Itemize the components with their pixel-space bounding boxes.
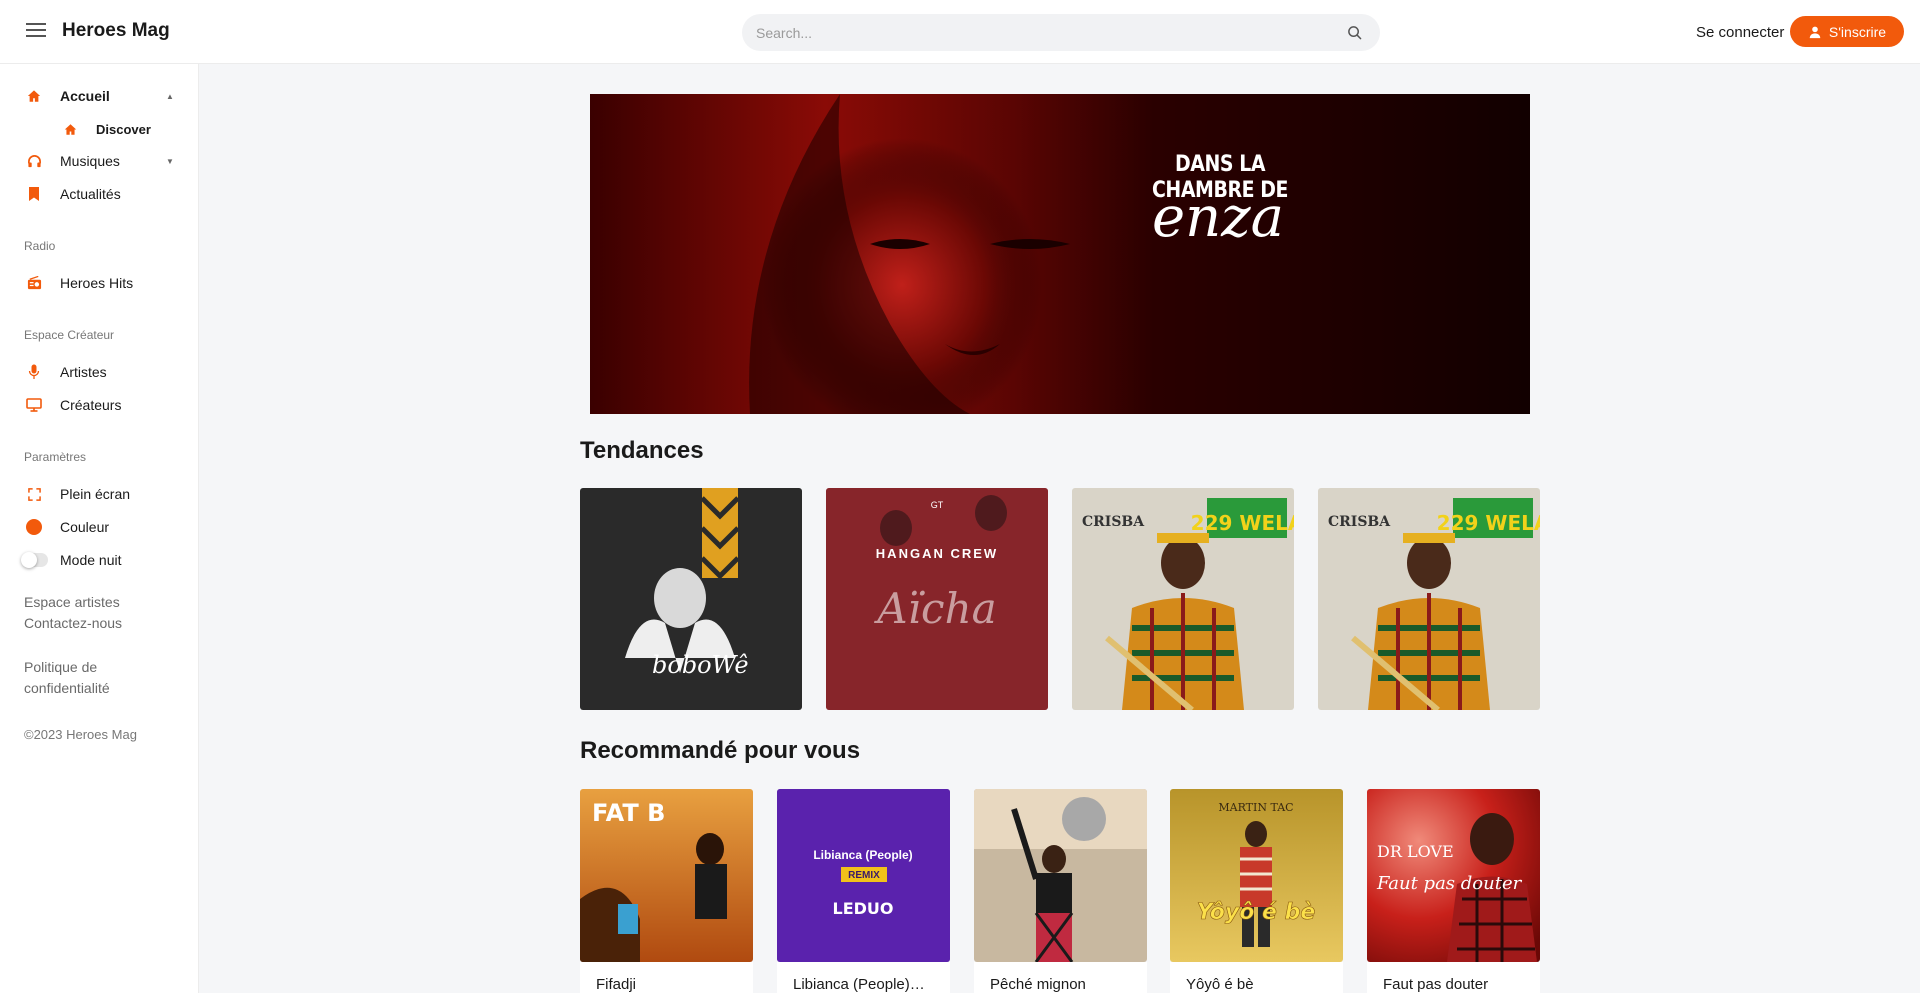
top-header: Heroes Mag Se connecter S'inscrire <box>0 0 1920 64</box>
bookmark-icon <box>26 186 42 202</box>
cover-sub-text: LEDUO <box>833 899 894 918</box>
menu-toggle-button[interactable] <box>26 23 48 41</box>
sidebar-item-createurs[interactable]: Créateurs <box>0 390 199 420</box>
night-mode-toggle[interactable] <box>21 552 48 568</box>
sidebar-item-discover[interactable]: Discover <box>0 114 199 144</box>
album-cover: MARTIN TAC Yôyô é bè <box>1170 789 1343 962</box>
sidebar-item-color[interactable]: Couleur <box>0 512 199 542</box>
cover-badge-text: REMIX <box>848 870 880 881</box>
signup-button[interactable]: S'inscrire <box>1790 16 1904 47</box>
fullscreen-icon <box>26 486 42 502</box>
login-link[interactable]: Se connecter <box>1696 24 1784 41</box>
sidebar-item-musiques[interactable]: Musiques ▼ <box>0 146 199 176</box>
cover-sub-text: DR LOVE <box>1377 842 1454 861</box>
cover-sub-text: GT <box>931 500 944 510</box>
trending-card[interactable]: boboWê <box>580 488 802 710</box>
section-label-radio: Radio <box>24 239 56 253</box>
signup-label: S'inscrire <box>1828 23 1887 40</box>
section-title-trending: Tendances <box>580 437 704 464</box>
hamburger-icon <box>26 23 46 25</box>
banner-title-line: DANS LA <box>1174 152 1266 177</box>
cover-text: 229 WELA <box>1437 511 1540 535</box>
cover-text: boboWê <box>652 651 749 679</box>
cover-text: HANGAN CREW <box>876 546 998 561</box>
track-title[interactable]: Fifadji <box>596 976 746 993</box>
section-label-settings: Paramètres <box>24 450 87 464</box>
chevron-down-icon: ▼ <box>166 156 174 166</box>
trending-card[interactable]: GT HANGAN CREW Aïcha <box>826 488 1048 710</box>
sidebar-item-label: Accueil <box>60 88 110 104</box>
cover-sub-text: CRISBA <box>1328 514 1391 530</box>
radio-icon <box>26 275 42 291</box>
sidebar-item-label: Créateurs <box>60 397 122 413</box>
hero-banner[interactable] <box>590 94 1530 414</box>
sidebar-item-artistes[interactable]: Artistes <box>0 357 199 387</box>
recommended-card[interactable] <box>974 789 1147 962</box>
sidebar-item-label: Artistes <box>60 364 107 380</box>
album-cover: Libianca (People) REMIX LEDUO <box>777 789 950 962</box>
trending-card[interactable]: 229 WELA CRISBA <box>1318 488 1540 710</box>
album-cover: GT HANGAN CREW Aïcha <box>826 488 1048 710</box>
album-cover: DR LOVE Faut pas douter <box>1367 789 1540 962</box>
search-bar <box>742 14 1380 51</box>
user-icon <box>1809 26 1821 38</box>
chevron-up-icon: ▲ <box>166 91 174 101</box>
cover-text: Yôyô é bè <box>1197 900 1316 925</box>
cover-sub-text: CRISBA <box>1082 514 1145 530</box>
track-title[interactable]: Yôyô é bè <box>1186 976 1336 993</box>
cover-script-text: Aïcha <box>873 584 996 633</box>
sidebar-item-label: Discover <box>96 121 151 137</box>
cover-text: Libianca (People) <box>813 848 912 862</box>
track-title[interactable]: Pêché mignon <box>990 976 1140 993</box>
sidebar: Accueil ▲ Discover Musiques ▼ Actualités… <box>0 64 199 993</box>
sidebar-item-label: Couleur <box>60 519 110 535</box>
color-dot-icon <box>26 519 42 535</box>
album-cover: FAT B <box>580 789 753 962</box>
cover-text: Faut pas douter <box>1376 873 1523 894</box>
cover-text: FAT B <box>592 799 665 827</box>
sidebar-item-heroes-hits[interactable]: Heroes Hits <box>0 268 199 298</box>
brand-logo[interactable]: Heroes Mag <box>62 20 170 42</box>
album-cover <box>974 789 1147 962</box>
copyright-text: ©2023 Heroes Mag <box>24 727 137 742</box>
headphones-icon <box>26 153 42 169</box>
home-icon <box>63 122 77 136</box>
recommended-card[interactable]: DR LOVE Faut pas douter <box>1367 789 1540 962</box>
search-icon[interactable] <box>1347 25 1362 40</box>
home-icon <box>26 88 42 104</box>
section-title-recommended: Recommandé pour vous <box>580 737 861 764</box>
sidebar-item-label: Mode nuit <box>60 552 122 568</box>
album-cover: 229 WELA CRISBA <box>1318 488 1540 710</box>
track-title[interactable]: Libianca (People)… <box>793 976 933 993</box>
track-title[interactable]: Faut pas douter <box>1383 976 1533 993</box>
sidebar-item-actualites[interactable]: Actualités <box>0 179 199 209</box>
recommended-card[interactable]: Libianca (People) REMIX LEDUO <box>777 789 950 962</box>
link-privacy-line2[interactable]: confidentialité <box>24 678 110 699</box>
album-cover: 229 WELA CRISBA <box>1072 488 1294 710</box>
recommended-card[interactable]: FAT B <box>580 789 753 962</box>
monitor-icon <box>26 397 42 413</box>
link-contact[interactable]: Contactez-nous <box>24 613 122 634</box>
cover-sub-text: MARTIN TAC <box>1218 801 1293 814</box>
sidebar-item-fullscreen[interactable]: Plein écran <box>0 479 199 509</box>
sidebar-item-accueil[interactable]: Accueil ▲ <box>0 81 199 111</box>
link-privacy-line1[interactable]: Politique de <box>24 657 97 678</box>
search-input[interactable] <box>756 14 1316 51</box>
banner-script-text: enza <box>1151 185 1285 250</box>
recommended-card[interactable]: MARTIN TAC Yôyô é bè <box>1170 789 1343 962</box>
sidebar-item-label: Actualités <box>60 186 121 202</box>
trending-card[interactable]: 229 WELA CRISBA <box>1072 488 1294 710</box>
link-artist-space[interactable]: Espace artistes <box>24 592 120 613</box>
sidebar-item-label: Plein écran <box>60 486 131 502</box>
album-cover: boboWê <box>580 488 802 710</box>
cover-text: 229 WELA <box>1191 511 1294 535</box>
sidebar-item-label: Musiques <box>60 153 120 169</box>
section-label-creator: Espace Créateur <box>24 328 115 342</box>
microphone-icon <box>26 364 42 380</box>
sidebar-item-label: Heroes Hits <box>60 275 134 291</box>
sidebar-item-night-mode[interactable]: Mode nuit <box>0 545 199 575</box>
